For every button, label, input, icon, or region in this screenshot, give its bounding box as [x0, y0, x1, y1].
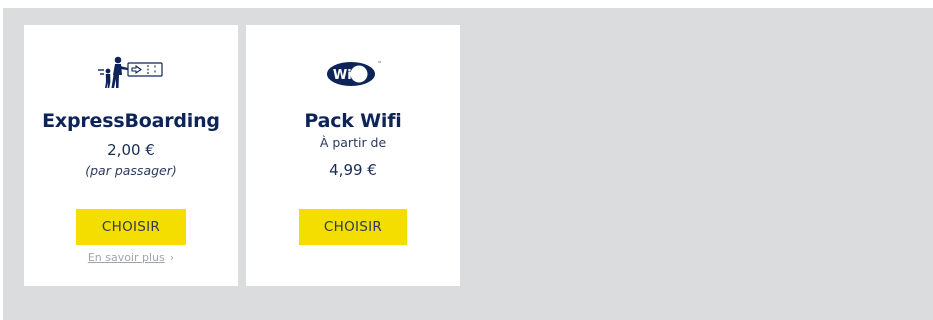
- express-boarding-per-passenger: (par passager): [85, 163, 177, 178]
- express-boarding-title: ExpressBoarding: [42, 110, 220, 132]
- wifi-pack-title: Pack Wifi: [304, 110, 402, 132]
- learn-more-label: En savoir plus: [87, 251, 165, 264]
- express-boarding-icon: [98, 56, 163, 88]
- wifi-icon-wrap: WiFi ™: [246, 55, 460, 91]
- express-boarding-card: ExpressBoarding 2,00 € (par passager) CH…: [24, 25, 238, 286]
- wifi-pack-card: WiFi ™ Pack Wifi À partir de 4,99 € CHOI…: [246, 25, 460, 286]
- express-boarding-learn-more-link[interactable]: En savoir plus ›: [24, 251, 238, 264]
- express-boarding-choose-button[interactable]: CHOISIR: [76, 209, 186, 245]
- ancillaries-panel: ExpressBoarding 2,00 € (par passager) CH…: [3, 8, 933, 320]
- chevron-right-icon: ›: [169, 251, 175, 264]
- svg-text:™: ™: [377, 61, 382, 67]
- svg-text:WiFi: WiFi: [333, 68, 365, 83]
- wifi-pack-from-label: À partir de: [319, 135, 387, 150]
- wifi-pack-choose-button[interactable]: CHOISIR: [299, 209, 407, 245]
- express-boarding-price: 2,00 €: [107, 141, 155, 159]
- wifi-icon: WiFi ™: [327, 61, 382, 86]
- wifi-pack-price: 4,99 €: [329, 161, 377, 179]
- express-boarding-icon-wrap: [24, 55, 238, 91]
